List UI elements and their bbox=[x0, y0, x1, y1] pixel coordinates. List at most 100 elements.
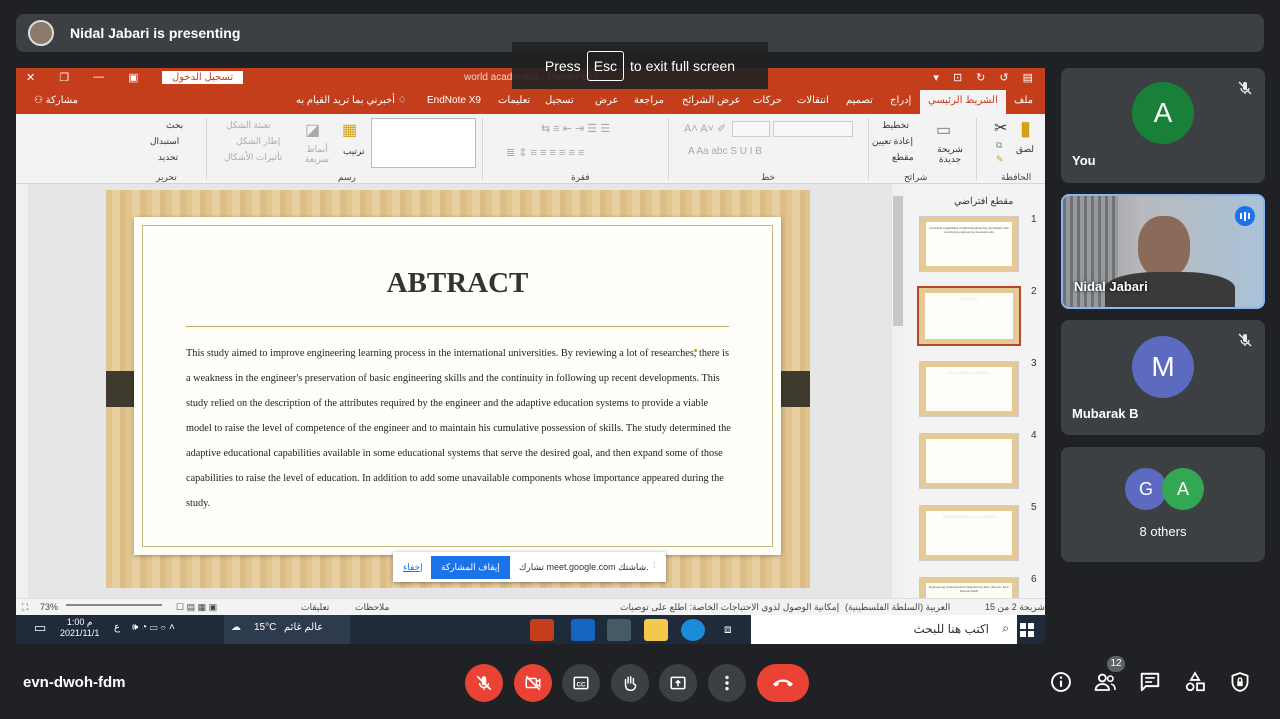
signin-button[interactable]: تسجيل الدخول bbox=[162, 71, 244, 84]
participant-tile-you[interactable]: A You bbox=[1061, 68, 1265, 183]
format-painter-icon[interactable]: ✎ bbox=[996, 154, 1004, 165]
more-options-button[interactable] bbox=[708, 664, 746, 702]
find-button[interactable]: بحث bbox=[166, 120, 183, 131]
zoom-slider[interactable] bbox=[66, 604, 162, 606]
tab-view[interactable]: عرض bbox=[595, 95, 619, 106]
tab-transitions[interactable]: انتقالات bbox=[797, 95, 829, 106]
cut-icon[interactable]: ✂ bbox=[994, 118, 1007, 138]
font-size-box[interactable] bbox=[732, 121, 770, 137]
shape-outline-button[interactable]: إطار الشكل bbox=[236, 136, 280, 147]
raise-hand-button[interactable] bbox=[611, 664, 649, 702]
tab-insert[interactable]: إدراج bbox=[890, 95, 911, 106]
accessibility-status[interactable]: إمكانية الوصول لذوي الاحتياجات الخاصة: ا… bbox=[620, 602, 839, 613]
paste-button[interactable]: لصق bbox=[1016, 144, 1034, 155]
font-size-buttons[interactable]: A˄ A˅ ✐ bbox=[684, 122, 726, 135]
comments-button[interactable]: تعليقات bbox=[301, 602, 329, 613]
tab-slideshow[interactable]: عرض الشرائح bbox=[682, 95, 741, 106]
customize-icon[interactable]: ▾ bbox=[933, 71, 939, 84]
hide-link[interactable]: إخفاء bbox=[403, 562, 423, 573]
present-icon[interactable]: ⊡ bbox=[953, 71, 962, 84]
mail-app-icon[interactable] bbox=[571, 619, 595, 641]
view-buttons[interactable]: ☐ ▤ ▦ ▣ bbox=[176, 602, 217, 613]
left-scrollbar[interactable] bbox=[16, 184, 28, 598]
taskbar-search[interactable]: اكتب هنا للبحث ⌕ bbox=[751, 615, 1017, 644]
arrange-button[interactable]: ترتيب bbox=[343, 146, 365, 157]
stop-sharing-button[interactable]: إيقاف المشاركة bbox=[431, 556, 510, 579]
meeting-info-button[interactable] bbox=[1048, 669, 1074, 695]
new-slide-icon[interactable]: ▭ bbox=[936, 120, 951, 140]
tab-help[interactable]: تعليمات bbox=[498, 95, 530, 106]
shapes-gallery[interactable] bbox=[371, 118, 476, 168]
align-buttons[interactable]: ≣ ⇕ ≡ ≡ ≡ ≡ ≡ ≡ bbox=[506, 146, 584, 159]
save-icon[interactable]: ▤ bbox=[1023, 71, 1033, 84]
tab-record[interactable]: تسجيل bbox=[545, 95, 574, 106]
file-explorer-icon[interactable] bbox=[644, 619, 668, 641]
current-slide[interactable]: ABTRACT This study aimed to improve engi… bbox=[106, 190, 810, 588]
notes-button[interactable]: ملاحظات bbox=[355, 602, 389, 613]
quick-styles-button[interactable]: أنماط سريعة bbox=[302, 144, 332, 164]
leave-call-button[interactable] bbox=[757, 664, 809, 702]
edge-app-icon[interactable] bbox=[681, 619, 705, 641]
close-icon[interactable]: ✕ bbox=[26, 71, 35, 84]
replace-button[interactable]: استبدال bbox=[150, 136, 179, 147]
new-slide-button[interactable]: شريحة جديدة bbox=[932, 144, 968, 164]
tab-review[interactable]: مراجعة bbox=[634, 95, 664, 106]
arrange-icon[interactable]: ▦ bbox=[342, 120, 357, 140]
shape-effects-button[interactable]: تأثيرات الأشكال bbox=[224, 152, 282, 163]
people-button[interactable] bbox=[1092, 669, 1118, 695]
select-button[interactable]: تحديد bbox=[158, 152, 178, 163]
slide-thumbnail-3[interactable]: ADAPTIVE LEARNING bbox=[919, 361, 1019, 417]
quick-styles-icon[interactable]: ◪ bbox=[305, 120, 320, 140]
slide-title[interactable]: ABTRACT bbox=[134, 267, 781, 300]
reset-button[interactable]: إعادة تعيين bbox=[872, 136, 913, 147]
undo-icon[interactable]: ↺ bbox=[999, 71, 1008, 84]
tab-design[interactable]: تصميم bbox=[846, 95, 873, 106]
mic-toggle-button[interactable] bbox=[465, 664, 503, 702]
tab-animations[interactable]: حركات bbox=[753, 95, 782, 106]
ribbon-display-icon[interactable]: ▣ bbox=[128, 71, 138, 84]
captions-button[interactable]: CC bbox=[562, 664, 600, 702]
notification-icon[interactable]: ▭ bbox=[34, 620, 46, 636]
participant-tile-others[interactable]: G A 8 others bbox=[1061, 447, 1265, 562]
store-app-icon[interactable] bbox=[607, 619, 631, 641]
tab-home[interactable]: الشريط الرئيسي bbox=[920, 90, 1006, 114]
drag-handle-icon[interactable]: ⁞ bbox=[653, 560, 656, 570]
system-tray-icons[interactable]: 🕪 ◔ ▭ ⌔ ˄ bbox=[132, 622, 175, 633]
shape-fill-button[interactable]: تعبئة الشكل bbox=[226, 120, 271, 131]
slide-body-text[interactable]: This study aimed to improve engineering … bbox=[186, 341, 731, 516]
input-language[interactable]: ع bbox=[114, 622, 120, 633]
paste-icon[interactable]: ▮ bbox=[1020, 116, 1031, 141]
scrollbar-thumb[interactable] bbox=[893, 196, 903, 326]
slide-scrollbar[interactable] bbox=[892, 184, 904, 598]
tab-file[interactable]: ملف bbox=[1014, 95, 1033, 106]
layout-button[interactable]: تخطيط bbox=[882, 120, 909, 131]
share-link[interactable]: ⚇ مشاركة bbox=[34, 95, 78, 106]
zoom-level[interactable]: 73% bbox=[40, 602, 58, 612]
section-button[interactable]: مقطع bbox=[892, 152, 914, 163]
slide-thumbnail-5[interactable]: ENGINEERING EDUCATION bbox=[919, 505, 1019, 561]
camera-toggle-button[interactable] bbox=[514, 664, 552, 702]
redo-icon[interactable]: ↻ bbox=[976, 71, 985, 84]
chat-button[interactable] bbox=[1137, 669, 1163, 695]
clock[interactable]: 1:00 م 2021/11/1 bbox=[60, 617, 99, 639]
tell-me[interactable]: أخبرني بما تريد القيام به ♢ bbox=[296, 95, 407, 106]
present-button[interactable] bbox=[659, 664, 697, 702]
fit-slide-icon[interactable]: ⛶ bbox=[22, 602, 28, 613]
slide-thumbnail-2[interactable]: ABTRACT bbox=[917, 286, 1021, 346]
participant-tile-nidal[interactable]: Nidal Jabari bbox=[1061, 194, 1265, 309]
tab-endnote[interactable]: EndNote X9 bbox=[427, 95, 481, 106]
slide-thumbnail-4[interactable] bbox=[919, 433, 1019, 489]
font-name-box[interactable] bbox=[773, 121, 853, 137]
windows-start-icon[interactable] bbox=[1020, 623, 1034, 637]
copy-icon[interactable]: ⧉ bbox=[996, 140, 1002, 151]
activities-button[interactable] bbox=[1182, 669, 1208, 695]
list-buttons[interactable]: ⇆ ≡ ⇤ ⇥ ☰ ☰ bbox=[541, 122, 610, 135]
slide-thumbnail-1[interactable]: Contrasts Capabilities of World Engineer… bbox=[919, 216, 1019, 272]
host-controls-button[interactable] bbox=[1227, 669, 1253, 695]
restore-icon[interactable]: ❐ bbox=[59, 71, 69, 84]
participant-tile-mubarak[interactable]: M Mubarak B bbox=[1061, 320, 1265, 435]
minimize-icon[interactable]: — bbox=[93, 71, 104, 84]
powerpoint-app-icon[interactable] bbox=[530, 619, 554, 641]
section-header[interactable]: مقطع افتراضي bbox=[954, 196, 1013, 207]
task-view-icon[interactable]: ⧈ bbox=[724, 622, 732, 637]
